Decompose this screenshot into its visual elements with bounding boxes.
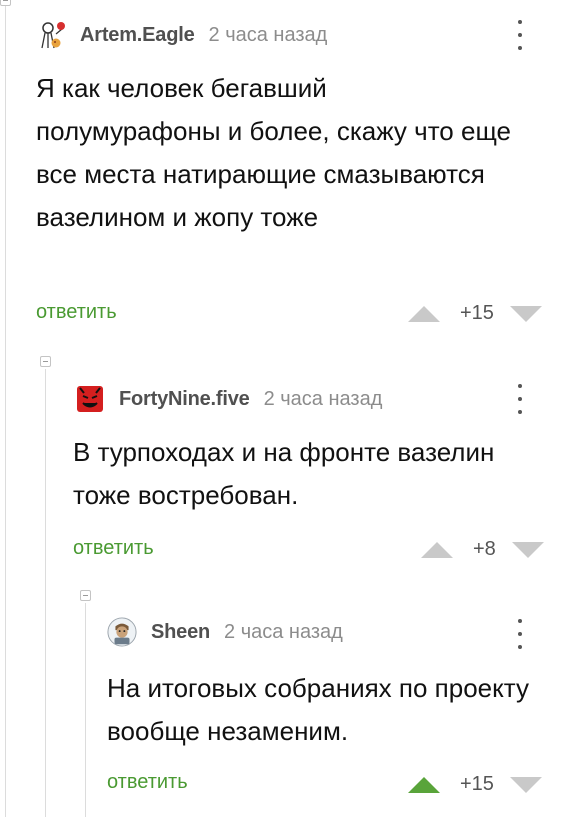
rating-score: +15 (460, 302, 494, 324)
username[interactable]: Artem.Eagle (80, 24, 195, 47)
red-devil-face-avatar-icon (77, 386, 103, 412)
collapse-thread-button[interactable] (80, 590, 91, 601)
downvote-arrow-icon[interactable] (509, 776, 542, 793)
timestamp: 2 часа назад (208, 23, 328, 46)
comment-header: FortyNine.five 2 часа назад (75, 384, 382, 414)
thread-line-level-2 (85, 603, 86, 817)
rating-score: +8 (473, 538, 496, 560)
comment-header: Sheen 2 часа назад (107, 617, 343, 647)
comment-header: Artem.Eagle 2 часа назад (36, 20, 327, 50)
comment-body: Я как человек бегавший полумурафоны и бо… (36, 73, 512, 232)
balloon-meme-avatar-icon (41, 22, 65, 49)
reply-button[interactable]: ответить (73, 537, 154, 560)
cartoon-character-avatar-icon (107, 617, 137, 647)
reply-button[interactable]: ответить (36, 301, 117, 324)
rating-score: +15 (460, 773, 494, 795)
thread-line-level-1 (45, 369, 46, 817)
collapse-thread-button[interactable] (40, 356, 51, 367)
comment-body: В турпоходах и на фронте вазелин тоже во… (73, 437, 495, 510)
more-options-icon[interactable] (517, 619, 523, 649)
comment-body: На итоговых собраниях по проекту вообще … (107, 673, 529, 746)
downvote-arrow-icon[interactable] (511, 541, 544, 558)
username[interactable]: FortyNine.five (119, 388, 250, 411)
upvote-arrow-icon[interactable] (408, 305, 440, 322)
upvote-arrow-icon[interactable] (421, 541, 453, 558)
more-options-icon[interactable] (517, 384, 523, 414)
username[interactable]: Sheen (151, 621, 210, 644)
downvote-arrow-icon[interactable] (509, 305, 542, 322)
user-avatar[interactable] (36, 20, 66, 50)
user-avatar[interactable] (75, 384, 105, 414)
user-avatar[interactable] (107, 617, 137, 647)
vote-controls: +15 (408, 773, 542, 796)
vote-controls: +8 (421, 538, 544, 561)
timestamp: 2 часа назад (224, 620, 343, 643)
timestamp: 2 часа назад (263, 387, 383, 410)
collapse-thread-button[interactable] (0, 0, 11, 6)
vote-controls: +15 (408, 302, 542, 325)
more-options-icon[interactable] (517, 20, 523, 50)
thread-line-root (5, 0, 6, 817)
upvote-arrow-icon[interactable] (408, 776, 440, 793)
reply-button[interactable]: ответить (107, 771, 188, 794)
